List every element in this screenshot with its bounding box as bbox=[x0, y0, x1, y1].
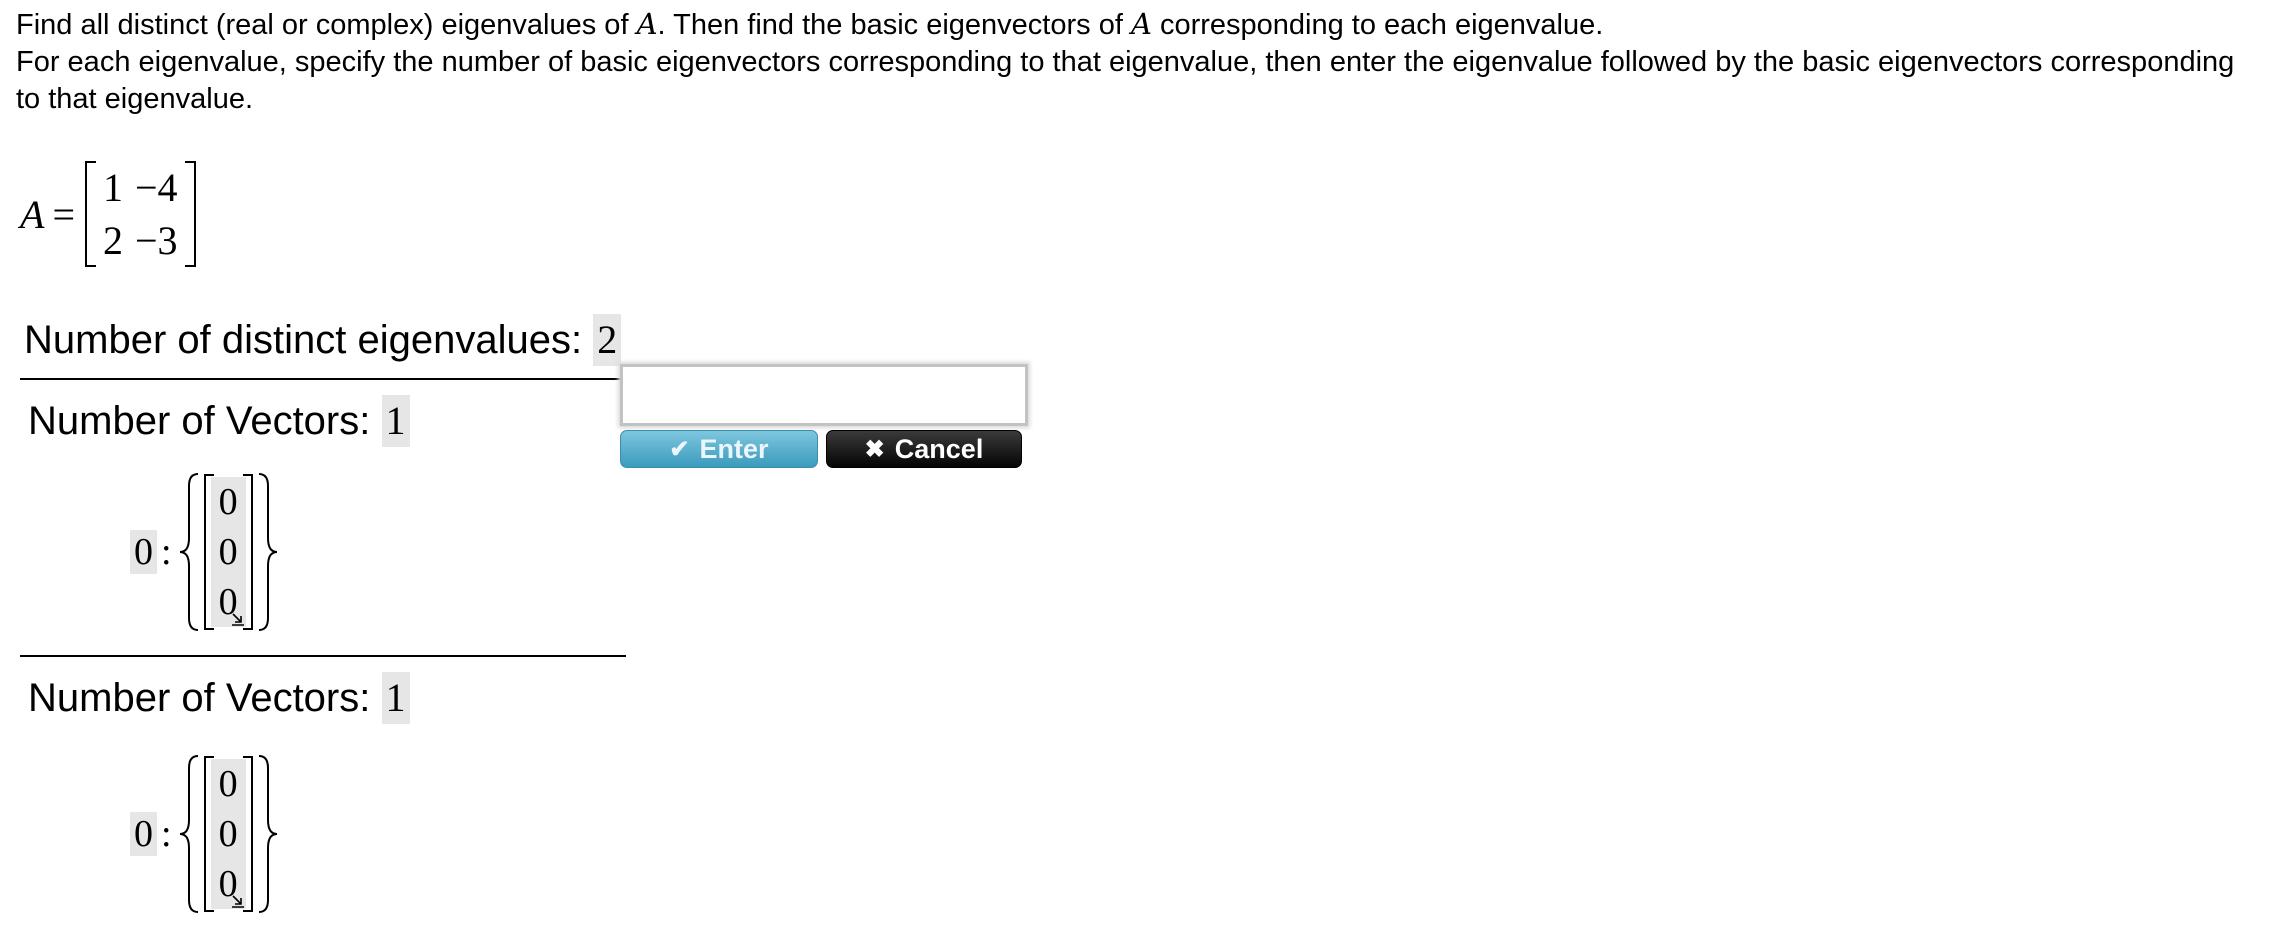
instruction-line-1: Find all distinct (real or complex) eige… bbox=[16, 7, 1604, 41]
eigenvalue-answer-1[interactable]: 0 bbox=[130, 530, 157, 574]
section-divider bbox=[20, 655, 626, 657]
vector-entry: 0 bbox=[218, 813, 238, 855]
distinct-eigenvalues-answer[interactable]: 2 bbox=[593, 314, 622, 366]
instruction-line-2: For each eigenvalue, specify the number … bbox=[16, 46, 2235, 115]
problem-instructions: Find all distinct (real or complex) eige… bbox=[16, 6, 2266, 118]
matrix-entry: −4 bbox=[135, 164, 178, 210]
vectors-count-answer-1[interactable]: 1 bbox=[381, 395, 410, 447]
matrix-entries: 1 −4 2 −3 bbox=[97, 161, 184, 267]
vectors-count-answer-2[interactable]: 1 bbox=[381, 672, 410, 724]
equals-sign: = bbox=[52, 191, 75, 237]
colon-separator: : bbox=[161, 813, 172, 855]
eigen-entry-row-2: 0 : 0 0 0 bbox=[130, 752, 279, 916]
eigenvector-brackets-1: 0 0 0 bbox=[203, 474, 253, 630]
eigenvector-answer-2[interactable]: 0 0 0 bbox=[210, 759, 246, 909]
matrix-label: A bbox=[20, 191, 45, 237]
left-brace-icon bbox=[179, 473, 198, 631]
cancel-button[interactable]: ✖ Cancel bbox=[826, 430, 1022, 468]
matrix-entry: −3 bbox=[135, 217, 178, 263]
section-divider bbox=[20, 378, 626, 380]
vector-entry: 0 bbox=[218, 763, 238, 805]
x-icon: ✖ bbox=[864, 435, 885, 463]
distinct-eigenvalues-label: Number of distinct eigenvalues: bbox=[24, 318, 583, 362]
matrix-entry: 1 bbox=[103, 164, 123, 210]
resize-handle-icon[interactable] bbox=[231, 894, 245, 908]
matrix-variable: A bbox=[636, 7, 658, 41]
vectors-count-label: Number of Vectors: bbox=[28, 676, 371, 720]
matrix-a-display: A = 1 −4 2 −3 bbox=[20, 160, 196, 268]
vectors-count-label: Number of Vectors: bbox=[28, 399, 371, 443]
eigen-entry-row-1: 0 : 0 0 0 bbox=[130, 470, 279, 634]
eigenvalue-answer-2[interactable]: 0 bbox=[130, 812, 157, 856]
distinct-eigenvalues-row: Number of distinct eigenvalues: 2 bbox=[24, 314, 622, 366]
vectors-count-row-2: Number of Vectors: 1 bbox=[28, 672, 410, 724]
enter-button[interactable]: ✔ Enter bbox=[620, 430, 818, 468]
vector-entry: 0 bbox=[218, 531, 238, 573]
enter-button-label: Enter bbox=[699, 433, 769, 464]
vectors-count-row-1: Number of Vectors: 1 bbox=[28, 395, 410, 447]
eigenvector-answer-1[interactable]: 0 0 0 bbox=[210, 477, 246, 627]
matrix-entry: 2 bbox=[103, 217, 123, 263]
left-brace-icon bbox=[179, 755, 198, 913]
matrix-variable: A bbox=[1130, 7, 1152, 41]
right-brace-icon bbox=[258, 473, 277, 631]
right-brace-icon bbox=[258, 755, 277, 913]
eigenvector-brackets-2: 0 0 0 bbox=[203, 756, 253, 912]
vector-entry: 0 bbox=[218, 481, 238, 523]
colon-separator: : bbox=[161, 531, 172, 573]
matrix-brackets: 1 −4 2 −3 bbox=[85, 161, 196, 267]
resize-handle-icon[interactable] bbox=[231, 612, 245, 626]
checkmark-icon: ✔ bbox=[669, 435, 690, 463]
cancel-button-label: Cancel bbox=[894, 433, 984, 464]
answer-entry-input[interactable] bbox=[620, 364, 1028, 426]
